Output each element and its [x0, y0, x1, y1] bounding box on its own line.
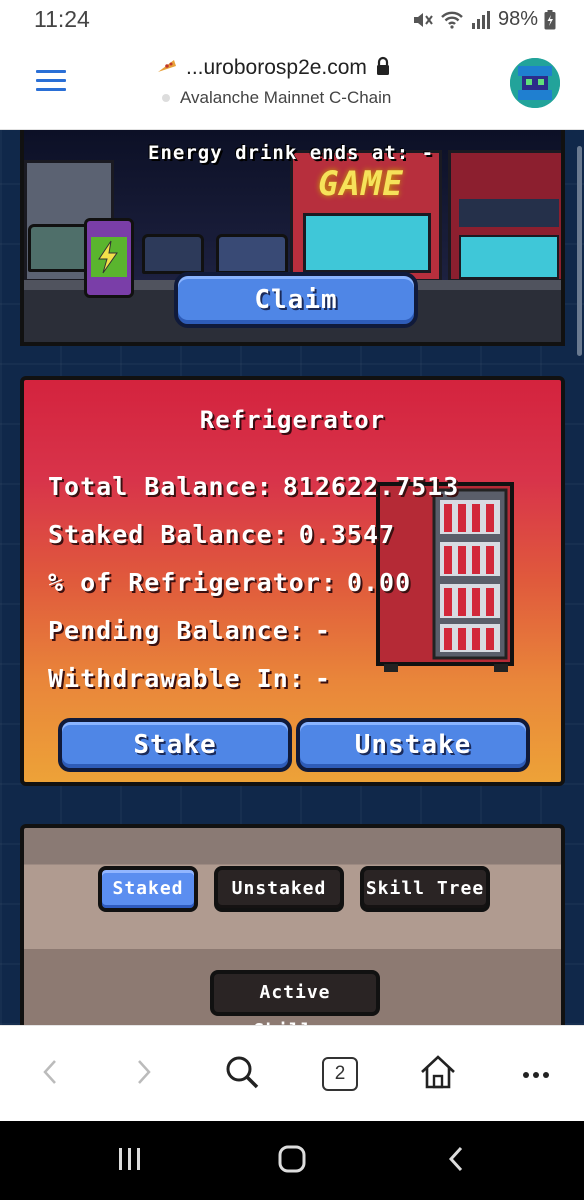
street-scene: Energy drink ends at: - GAME Claim	[20, 130, 565, 346]
status-icons: 98%	[412, 8, 556, 31]
tab-skill-tree[interactable]: Skill Tree	[360, 866, 490, 912]
stat-total-balance: Total Balance: 812622.7513	[48, 472, 460, 501]
pizza-shop-building	[448, 150, 561, 282]
tab-count: 2	[322, 1057, 358, 1091]
car	[142, 234, 204, 274]
energy-drink-can-icon	[84, 218, 134, 298]
mute-icon	[412, 10, 434, 30]
more-options-button[interactable]	[514, 1054, 558, 1094]
tabs-panel: Staked Unstaked Skill Tree Active Skills…	[20, 824, 565, 1025]
tab-staked[interactable]: Staked	[98, 866, 198, 912]
status-time: 11:24	[34, 6, 90, 32]
account-avatar[interactable]	[510, 58, 560, 108]
car	[216, 234, 288, 274]
stake-button[interactable]: Stake	[58, 718, 292, 772]
url-text: ...uroborosp2e.com	[186, 56, 367, 79]
home-button[interactable]	[416, 1054, 460, 1094]
android-back-icon	[446, 1145, 466, 1177]
car	[28, 224, 90, 272]
browser-url-bar: ...uroborosp2e.com Avalanche Mainnet C-C…	[0, 40, 584, 130]
home-icon	[419, 1054, 457, 1094]
search-icon	[224, 1054, 260, 1094]
android-nav-bar	[0, 1121, 584, 1200]
stat-pending-balance: Pending Balance: -	[48, 616, 331, 645]
status-bar: 11:24 98%	[0, 0, 584, 40]
lock-icon	[375, 56, 391, 80]
url-line[interactable]: ...uroborosp2e.com	[156, 56, 391, 80]
stat-refrigerator-share: % of Refrigerator: 0.00	[48, 568, 412, 597]
scrollbar[interactable]	[577, 146, 582, 356]
browser-bottom-nav: 2	[0, 1025, 584, 1121]
site-favicon-icon	[156, 56, 178, 80]
android-back-button[interactable]	[436, 1145, 476, 1177]
search-button[interactable]	[220, 1054, 264, 1094]
chevron-left-icon	[40, 1058, 60, 1090]
android-home-icon	[277, 1144, 307, 1178]
battery-icon	[544, 9, 556, 30]
wifi-icon	[440, 10, 464, 30]
refrigerator-panel: Refrigerator Total Balance: 812622.7513 …	[20, 376, 565, 786]
recent-apps-button[interactable]	[110, 1145, 150, 1177]
stat-withdrawable-in: Withdrawable In: -	[48, 664, 331, 693]
network-dot-icon	[162, 94, 170, 102]
stat-staked-balance: Staked Balance: 0.3547	[48, 520, 396, 549]
energy-drink-status: Energy drink ends at: -	[148, 142, 435, 164]
active-skills-label: Active Skills:	[210, 970, 380, 1025]
back-button[interactable]	[28, 1054, 72, 1094]
android-home-button[interactable]	[272, 1145, 312, 1177]
chevron-right-icon	[134, 1058, 154, 1090]
battery-percent: 98%	[497, 8, 538, 30]
tabs-button[interactable]: 2	[318, 1054, 362, 1094]
more-icon	[521, 1065, 551, 1084]
refrigerator-title: Refrigerator	[199, 406, 386, 434]
game-area: Energy drink ends at: - GAME Claim Refri…	[0, 130, 584, 1025]
recent-apps-icon	[116, 1146, 144, 1176]
page: 11:24 98% ...uroborosp2e.com Avalanche M…	[0, 0, 584, 1200]
network-line: Avalanche Mainnet C-Chain	[162, 88, 391, 108]
game-logo: GAME	[318, 164, 404, 204]
forward-button[interactable]	[122, 1054, 166, 1094]
claim-button[interactable]: Claim	[174, 272, 418, 328]
network-name: Avalanche Mainnet C-Chain	[180, 88, 392, 107]
signal-icon	[470, 10, 492, 30]
menu-icon[interactable]	[36, 70, 66, 92]
unstake-button[interactable]: Unstake	[296, 718, 530, 772]
tab-unstaked[interactable]: Unstaked	[214, 866, 344, 912]
